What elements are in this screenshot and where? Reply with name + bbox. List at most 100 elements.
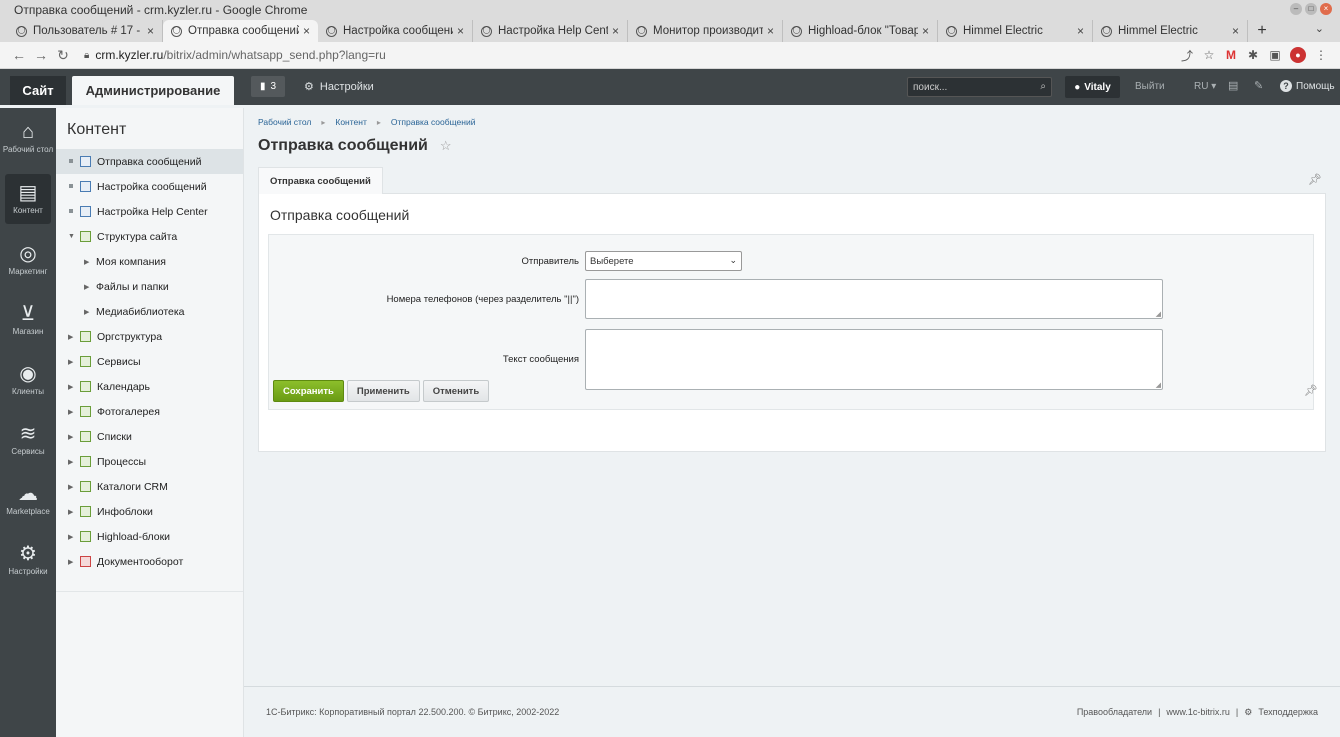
menu-item[interactable]: ▼ Структура сайта — [56, 224, 243, 249]
apply-button[interactable]: Применить — [346, 380, 420, 402]
menu-item[interactable]: ▶ Сервисы — [56, 349, 243, 374]
favorite-star-icon[interactable]: ☆ — [440, 138, 452, 154]
share-icon[interactable]: ⤴ — [1176, 47, 1198, 64]
breadcrumb-link[interactable]: Контент — [335, 117, 367, 127]
minimize-icon[interactable]: – — [1290, 3, 1302, 15]
close-tab-icon[interactable]: × — [922, 24, 929, 38]
menu-item[interactable]: ▶ Списки — [56, 424, 243, 449]
expand-arrow-icon[interactable]: ▶ — [68, 408, 80, 416]
expand-arrow-icon[interactable]: ▶ — [84, 308, 96, 316]
gmail-icon[interactable]: M — [1220, 48, 1242, 62]
language-select[interactable]: RU ▾ — [1194, 81, 1216, 92]
rights-link[interactable]: Правообладатели — [1077, 707, 1152, 717]
maximize-icon[interactable]: □ — [1305, 3, 1317, 15]
expand-arrow-icon[interactable]: ▶ — [68, 483, 80, 491]
expand-arrow-icon[interactable]: ▶ — [68, 508, 80, 516]
expand-arrow-icon[interactable]: ▶ — [68, 358, 80, 366]
chrome-menu-icon[interactable]: ⋮ — [1310, 48, 1332, 62]
reload-icon[interactable]: ↻ — [52, 47, 74, 64]
settings-link[interactable]: ⚙ Настройки — [304, 80, 374, 94]
forward-icon[interactable]: → — [30, 47, 52, 63]
leftbar-item-desktop[interactable]: ⌂ Рабочий стол — [0, 108, 56, 168]
profile-avatar-icon[interactable]: ● — [1290, 47, 1306, 63]
cancel-button[interactable]: Отменить — [422, 380, 490, 402]
back-icon[interactable]: ← — [8, 47, 30, 63]
expand-arrow-icon[interactable]: ▶ — [68, 458, 80, 466]
message-textarea[interactable]: ◢ — [585, 329, 1163, 390]
leftbar-item-content[interactable]: ▤ Контент — [5, 174, 51, 224]
menu-item[interactable]: Настройка Help Center — [56, 199, 243, 224]
resize-grip-icon[interactable]: ◢ — [1156, 310, 1161, 318]
menu-item[interactable]: ▶ Фотогалерея — [56, 399, 243, 424]
leftbar-item-marketing[interactable]: ◎ Маркетинг — [0, 230, 56, 290]
close-tab-icon[interactable]: × — [457, 24, 464, 38]
pin-icon[interactable]: 📌︎ — [1308, 173, 1322, 186]
browser-tab-active[interactable]: ◯ Отправка сообщений × — [163, 20, 318, 42]
tab-search-icon[interactable]: ⌄ — [1315, 22, 1324, 35]
close-tab-icon[interactable]: × — [612, 24, 619, 38]
bookmark-star-icon[interactable]: ☆ — [1198, 48, 1220, 62]
browser-tab[interactable]: ◯ Himmel Electric × — [1093, 20, 1248, 42]
menu-subitem[interactable]: ▶ Медиабиблиотека — [56, 299, 243, 324]
search-input[interactable]: поиск... ⌕ — [907, 77, 1052, 97]
sidepanel-icon[interactable]: ▣ — [1264, 48, 1286, 62]
lock-icon[interactable]: 🔒︎ — [84, 50, 89, 61]
phones-textarea[interactable]: ◢ — [585, 279, 1163, 319]
notifications-button[interactable]: ▮ 3 — [251, 76, 285, 97]
breadcrumb-link[interactable]: Рабочий стол — [258, 117, 311, 127]
browser-tab[interactable]: ◯Highload-блок "Товары"× — [783, 20, 938, 42]
menu-item[interactable]: ▶ Highload-блоки — [56, 524, 243, 549]
pin-icon[interactable]: 📌︎ — [1304, 384, 1318, 397]
pin-icon[interactable]: ✎ — [1254, 79, 1263, 92]
expand-arrow-icon[interactable]: ▶ — [68, 533, 80, 541]
new-tab-icon[interactable]: + — [1248, 20, 1276, 42]
expand-arrow-icon[interactable]: ▶ — [84, 283, 96, 291]
leftbar-item-services[interactable]: ≋ Сервисы — [0, 410, 56, 470]
close-tab-icon[interactable]: × — [147, 24, 154, 38]
leftbar-item-shop[interactable]: ⊻ Магазин — [0, 290, 56, 350]
browser-tab[interactable]: ◯ Настройка Help Center × — [473, 20, 628, 42]
expand-arrow-icon[interactable]: ▶ — [68, 333, 80, 341]
expand-arrow-icon[interactable]: ▶ — [84, 258, 96, 266]
sender-select[interactable]: Выберете ⌄ — [585, 251, 742, 271]
browser-tab[interactable]: ◯Монитор производительности× — [628, 20, 783, 42]
leftbar-item-clients[interactable]: ◉ Клиенты — [0, 350, 56, 410]
leftbar-item-settings[interactable]: ⚙ Настройки — [0, 530, 56, 590]
menu-subitem[interactable]: ▶ Моя компания — [56, 249, 243, 274]
url-field[interactable]: 🔒︎ crm.kyzler.ru/bitrix/admin/whatsapp_s… — [74, 44, 1176, 66]
menu-item[interactable]: Настройка сообщений — [56, 174, 243, 199]
admin-tab[interactable]: Администрирование — [72, 76, 234, 105]
extensions-icon[interactable]: ✱ — [1242, 48, 1264, 62]
expand-arrow-icon[interactable]: ▶ — [68, 558, 80, 566]
bitrix-site-link[interactable]: www.1c-bitrix.ru — [1166, 707, 1230, 717]
expand-arrow-icon[interactable]: ▶ — [68, 433, 80, 441]
help-link[interactable]: ? Помощь — [1280, 80, 1335, 92]
resize-grip-icon[interactable]: ◢ — [1156, 381, 1161, 389]
close-tab-icon[interactable]: × — [1232, 24, 1239, 38]
close-tab-icon[interactable]: × — [1077, 24, 1084, 38]
tab-send-messages[interactable]: Отправка сообщений — [258, 167, 383, 194]
browser-tab[interactable]: ◯ Настройка сообщений × — [318, 20, 473, 42]
menu-item[interactable]: Отправка сообщений — [56, 149, 243, 174]
menu-item[interactable]: ▶ Календарь — [56, 374, 243, 399]
menu-item[interactable]: ▶ Инфоблоки — [56, 499, 243, 524]
leftbar-item-marketplace[interactable]: ☁ Marketplace — [0, 470, 56, 530]
collapse-arrow-icon[interactable]: ▼ — [68, 233, 80, 240]
expand-arrow-icon[interactable]: ▶ — [68, 383, 80, 391]
browser-tab[interactable]: ◯Пользователь # 17 - crm× — [8, 20, 163, 42]
close-tab-icon[interactable]: × — [767, 24, 774, 38]
browser-tab[interactable]: ◯ Himmel Electric × — [938, 20, 1093, 42]
logout-link[interactable]: Выйти — [1135, 81, 1165, 92]
support-link[interactable]: Техподдержка — [1258, 707, 1318, 717]
save-button[interactable]: Сохранить — [273, 380, 344, 402]
search-icon[interactable]: ⌕ — [1040, 81, 1046, 92]
close-tab-icon[interactable]: × — [303, 24, 310, 38]
panel-icon[interactable]: ▤ — [1228, 79, 1238, 92]
menu-item[interactable]: ▶ Процессы — [56, 449, 243, 474]
close-window-icon[interactable]: × — [1320, 3, 1332, 15]
user-button[interactable]: ● Vitaly — [1065, 76, 1120, 98]
breadcrumb-link[interactable]: Отправка сообщений — [391, 117, 476, 127]
menu-item[interactable]: ▶ Каталоги CRM — [56, 474, 243, 499]
menu-item[interactable]: ▶ Оргструктура — [56, 324, 243, 349]
menu-item[interactable]: ▶ Документооборот — [56, 549, 243, 574]
